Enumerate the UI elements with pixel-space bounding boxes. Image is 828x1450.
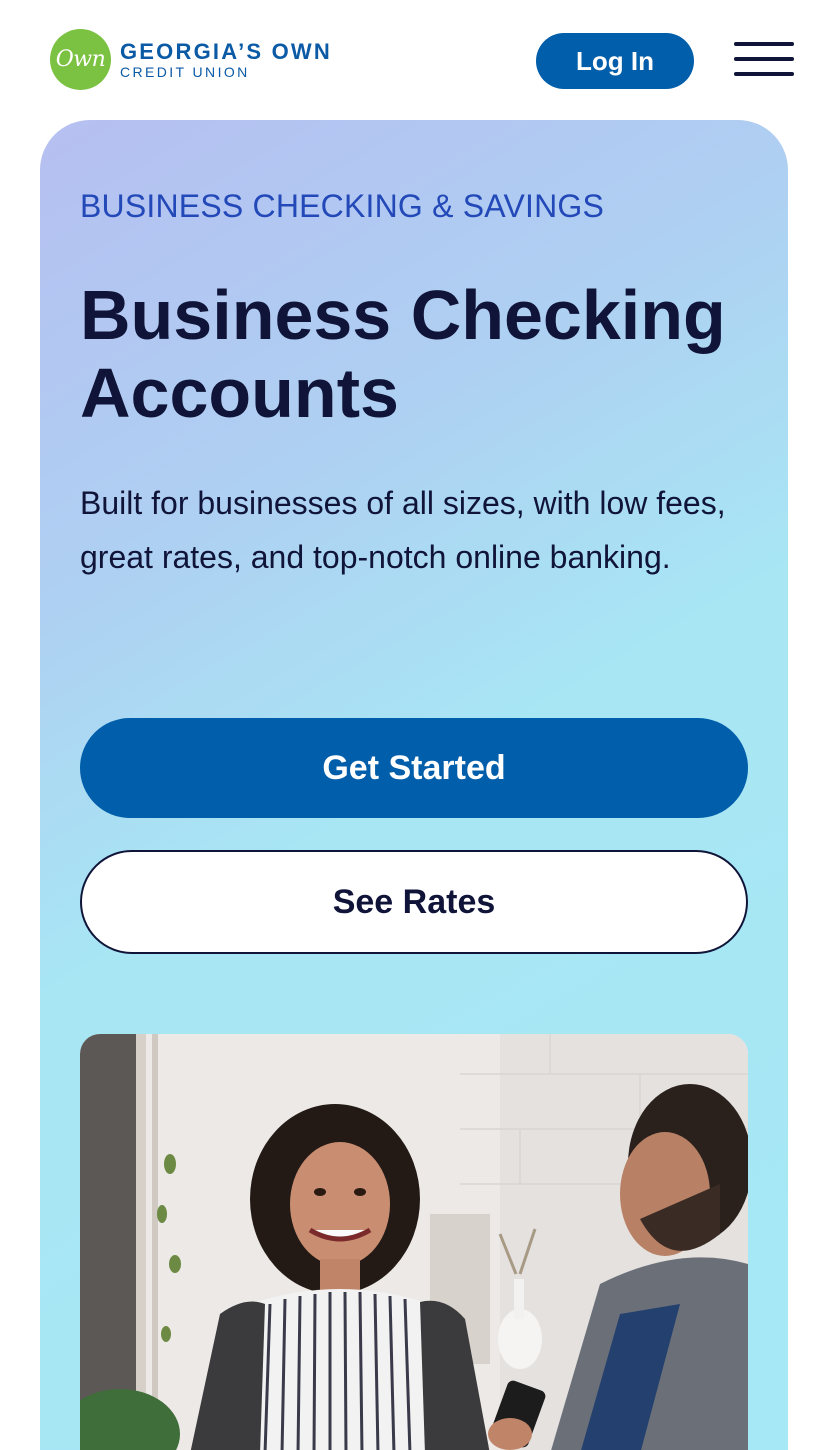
logo-line-1: GEORGIA’S OWN bbox=[120, 38, 332, 64]
see-rates-button[interactable]: See Rates bbox=[80, 850, 748, 954]
page-title: Business Checking Accounts bbox=[80, 276, 726, 432]
logo-line-2: CREDIT UNION bbox=[120, 63, 250, 80]
site-header: Own GEORGIA’S OWN CREDIT UNION Log In bbox=[0, 0, 828, 120]
hero-section: BUSINESS CHECKING & SAVINGS Business Che… bbox=[40, 120, 788, 1450]
logo-wordmark: GEORGIA’S OWN CREDIT UNION bbox=[120, 38, 332, 80]
hero-description: Built for businesses of all sizes, with … bbox=[80, 485, 726, 575]
hamburger-menu-icon[interactable] bbox=[734, 40, 794, 78]
get-started-button[interactable]: Get Started bbox=[80, 718, 748, 818]
login-button[interactable]: Log In bbox=[536, 33, 694, 89]
georgias-own-logo[interactable]: Own GEORGIA’S OWN CREDIT UNION bbox=[50, 29, 332, 90]
own-logo-mark: Own bbox=[50, 29, 111, 90]
hero-photo bbox=[80, 1034, 748, 1450]
hero-eyebrow: BUSINESS CHECKING & SAVINGS bbox=[80, 188, 605, 224]
